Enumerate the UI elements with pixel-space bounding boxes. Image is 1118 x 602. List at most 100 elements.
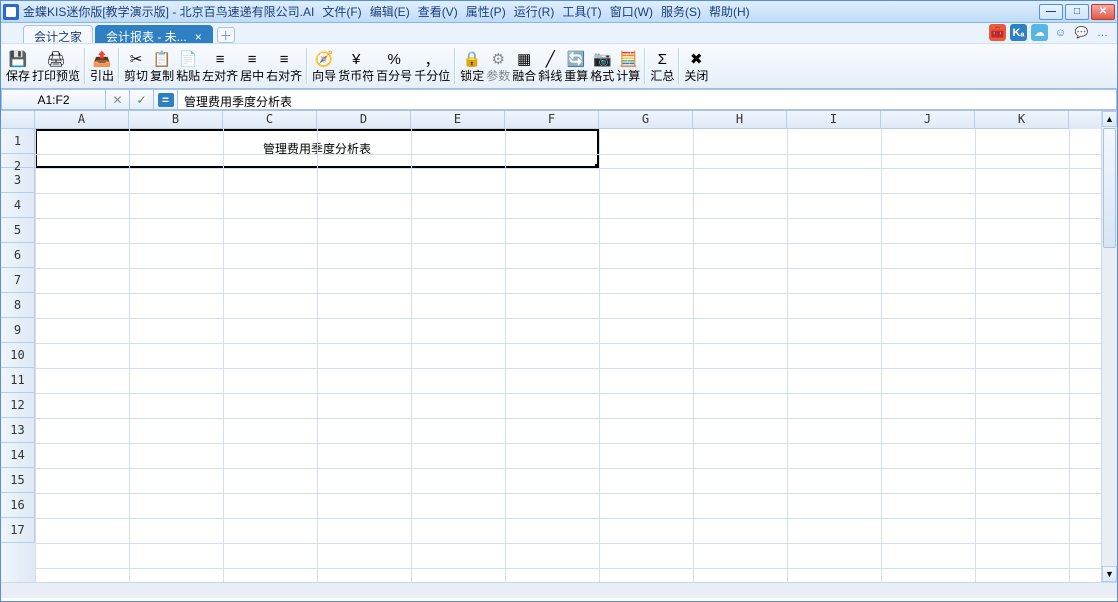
scroll-up-button[interactable]: ▲ [1102, 111, 1117, 127]
toolbar-重算[interactable]: 🔄重算 [563, 45, 589, 87]
col-E[interactable]: E [411, 111, 505, 129]
row-12[interactable]: 12 [1, 393, 35, 418]
more-icon[interactable]: … [1094, 24, 1111, 41]
menu-edit[interactable]: 编辑(E) [366, 3, 414, 20]
toolbar-千分位[interactable]: ，千分位 [413, 45, 451, 87]
row-4[interactable]: 4 [1, 193, 35, 218]
toolbar-斜线[interactable]: ╱斜线 [537, 45, 563, 87]
menu-service[interactable]: 服务(S) [657, 3, 705, 20]
col-C[interactable]: C [223, 111, 317, 129]
scroll-down-button[interactable]: ▼ [1102, 566, 1117, 582]
重算-icon: 🔄 [566, 49, 586, 69]
row-8[interactable]: 8 [1, 293, 35, 318]
vertical-scrollbar[interactable]: ▲ ▼ [1101, 111, 1117, 582]
tab-report[interactable]: 会计报表 - 未...× [95, 25, 213, 43]
toolbar-关闭[interactable]: ✖关闭 [683, 45, 709, 87]
保存-icon: 💾 [8, 49, 28, 69]
toolbar-粘贴[interactable]: 📄粘贴 [175, 45, 201, 87]
toolbar-复制[interactable]: 📋复制 [149, 45, 175, 87]
formula-input[interactable]: 管理费用季度分析表 [178, 89, 1117, 110]
col-F[interactable]: F [505, 111, 599, 129]
tab-close-icon[interactable]: × [195, 30, 202, 44]
计算-icon: 🧮 [618, 49, 638, 69]
货币符-icon: ¥ [346, 49, 366, 69]
col-G[interactable]: G [599, 111, 693, 129]
minimize-button[interactable]: — [1039, 4, 1063, 20]
col-D[interactable]: D [317, 111, 411, 129]
row-14[interactable]: 14 [1, 443, 35, 468]
cloud-icon[interactable]: ☁ [1031, 24, 1048, 41]
toolbar-左对齐[interactable]: ≡左对齐 [201, 45, 239, 87]
row-17[interactable]: 17 [1, 518, 35, 543]
smile-icon[interactable]: ☺ [1052, 24, 1069, 41]
equals-button[interactable]: = [154, 89, 178, 110]
toolbar-格式[interactable]: 📷格式 [589, 45, 615, 87]
menu-tools[interactable]: 工具(T) [558, 3, 605, 20]
menu-file[interactable]: 文件(F) [318, 3, 365, 20]
row-3[interactable]: 3 [1, 168, 35, 193]
menu-run[interactable]: 运行(R) [510, 3, 559, 20]
toolbar-百分号[interactable]: %百分号 [375, 45, 413, 87]
row-13[interactable]: 13 [1, 418, 35, 443]
toolbar-货币符[interactable]: ¥货币符 [337, 45, 375, 87]
toolbar-参数[interactable]: ⚙参数 [485, 45, 511, 87]
row-9[interactable]: 9 [1, 318, 35, 343]
toolbar-剪切[interactable]: ✂剪切 [123, 45, 149, 87]
horizontal-scrollbar[interactable] [1, 582, 1117, 598]
百分号-icon: % [384, 49, 404, 69]
row-7[interactable]: 7 [1, 268, 35, 293]
toolbar-汇总[interactable]: Σ汇总 [649, 45, 675, 87]
toolbar-居中[interactable]: ≡居中 [239, 45, 265, 87]
row-15[interactable]: 15 [1, 468, 35, 493]
toolbar-引出[interactable]: 📤引出 [89, 45, 115, 87]
menu-properties[interactable]: 属性(P) [462, 3, 510, 20]
col-B[interactable]: B [129, 111, 223, 129]
col-A[interactable]: A [35, 111, 129, 129]
row-16[interactable]: 16 [1, 493, 35, 518]
new-tab-button[interactable]: ＋ [217, 27, 235, 43]
汇总-icon: Σ [652, 49, 672, 69]
toolbar-向导[interactable]: 🧭向导 [311, 45, 337, 87]
col-K[interactable]: K [975, 111, 1069, 129]
toolbar-计算[interactable]: 🧮计算 [615, 45, 641, 87]
ka-icon[interactable]: Kₐ [1010, 24, 1027, 41]
参数-icon: ⚙ [488, 49, 508, 69]
剪切-icon: ✂ [126, 49, 146, 69]
row-1[interactable]: 1 [1, 129, 35, 154]
col-J[interactable]: J [881, 111, 975, 129]
toolbar-右对齐[interactable]: ≡右对齐 [265, 45, 303, 87]
menu-window[interactable]: 窗口(W) [606, 3, 657, 20]
chat-icon[interactable]: 💬 [1073, 24, 1090, 41]
row-10[interactable]: 10 [1, 343, 35, 368]
tab-home[interactable]: 会计之家 [23, 25, 93, 43]
row-5[interactable]: 5 [1, 218, 35, 243]
name-box[interactable]: A1:F2 [1, 89, 106, 110]
融合-icon: ▦ [514, 49, 534, 69]
打印预览-icon: 🖨 [46, 49, 66, 69]
toolbar-打印预览[interactable]: 🖨打印预览 [31, 45, 81, 87]
window-title: 金蝶KIS迷你版[教学演示版] - 北京百鸟速递有限公司.AI [23, 3, 314, 20]
右对齐-icon: ≡ [274, 49, 294, 69]
cancel-formula-button[interactable]: ✕ [106, 89, 130, 110]
粘贴-icon: 📄 [178, 49, 198, 69]
main-menu: 文件(F) 编辑(E) 查看(V) 属性(P) 运行(R) 工具(T) 窗口(W… [318, 3, 753, 20]
scroll-thumb[interactable] [1103, 128, 1116, 248]
锁定-icon: 🔒 [462, 49, 482, 69]
select-all-corner[interactable] [1, 111, 35, 129]
toolbox-icon[interactable]: 🧰 [989, 24, 1006, 41]
col-I[interactable]: I [787, 111, 881, 129]
menu-help[interactable]: 帮助(H) [705, 3, 754, 20]
toolbar-保存[interactable]: 💾保存 [5, 45, 31, 87]
居中-icon: ≡ [242, 49, 262, 69]
复制-icon: 📋 [152, 49, 172, 69]
accept-formula-button[interactable]: ✓ [130, 89, 154, 110]
maximize-button[interactable]: □ [1065, 4, 1089, 20]
close-button[interactable]: ✕ [1091, 4, 1115, 20]
toolbar-融合[interactable]: ▦融合 [511, 45, 537, 87]
row-6[interactable]: 6 [1, 243, 35, 268]
toolbar-锁定[interactable]: 🔒锁定 [459, 45, 485, 87]
row-11[interactable]: 11 [1, 368, 35, 393]
row-2[interactable]: 2 [1, 154, 35, 168]
menu-view[interactable]: 查看(V) [414, 3, 462, 20]
col-H[interactable]: H [693, 111, 787, 129]
